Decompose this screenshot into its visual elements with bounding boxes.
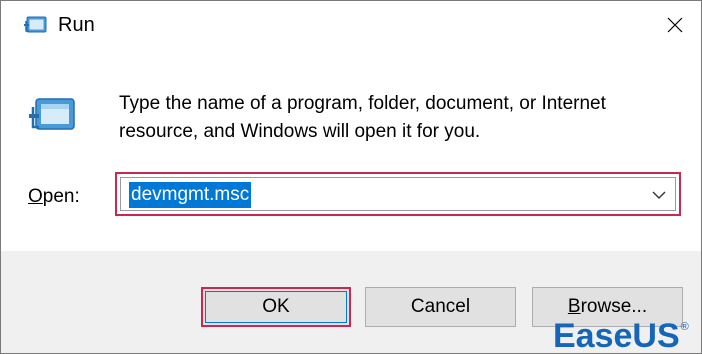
browse-label: Browse... xyxy=(568,296,647,318)
title-bar[interactable]: Run xyxy=(1,1,701,49)
dialog-description: Type the name of a program, folder, docu… xyxy=(119,90,689,146)
browse-label-rest: rowse... xyxy=(580,296,648,317)
description-line: Type the name of a program, folder, docu… xyxy=(119,93,606,114)
open-combobox-highlight: devmgmt.msc xyxy=(115,172,681,216)
close-icon xyxy=(667,17,683,33)
dialog-content: Type the name of a program, folder, docu… xyxy=(1,49,701,251)
dropdown-button[interactable] xyxy=(649,185,669,205)
watermark-text: EaseUS xyxy=(553,319,680,353)
run-dialog: Run Type the name of a program, folder, … xyxy=(0,0,702,354)
open-label: Open: xyxy=(28,185,80,209)
run-icon xyxy=(24,15,48,35)
description-line: resource, and Windows will open it for y… xyxy=(119,121,481,142)
open-label-text: pen: xyxy=(42,186,80,207)
chevron-down-icon xyxy=(652,191,666,199)
easeus-watermark: EaseUS ® xyxy=(553,319,689,353)
open-combobox[interactable]: devmgmt.msc xyxy=(120,177,676,211)
ok-button[interactable]: OK xyxy=(201,287,351,327)
open-label-mnemonic: O xyxy=(28,186,43,207)
browse-mnemonic: B xyxy=(567,296,581,317)
close-button[interactable] xyxy=(653,7,697,43)
run-icon xyxy=(29,96,77,136)
registered-mark: ® xyxy=(680,321,689,333)
watermark-text-ease: Ease xyxy=(553,317,633,354)
watermark-text-us: US xyxy=(632,317,680,354)
cancel-button[interactable]: Cancel xyxy=(365,287,516,327)
window-title: Run xyxy=(58,14,95,36)
focus-rect xyxy=(205,291,347,323)
open-input[interactable]: devmgmt.msc xyxy=(129,182,252,208)
cancel-label: Cancel xyxy=(410,296,471,317)
